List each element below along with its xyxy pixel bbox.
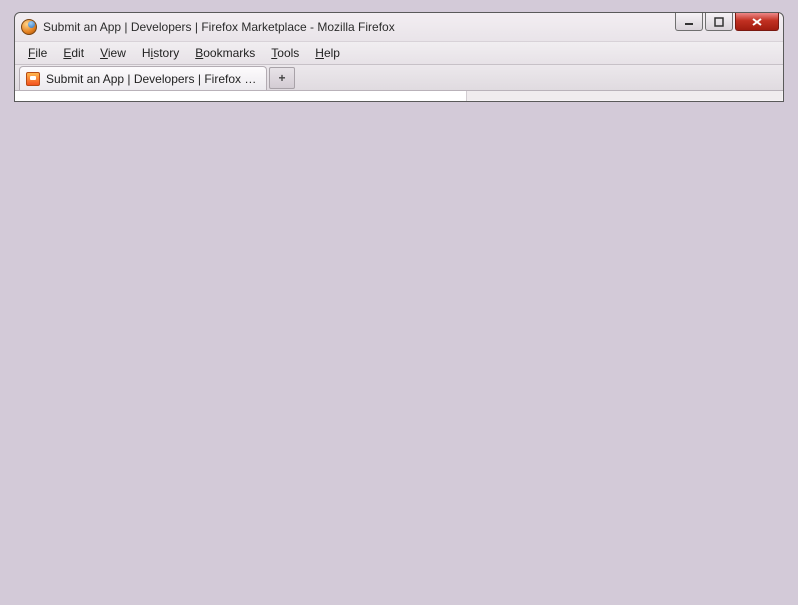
plus-icon: +: [278, 71, 285, 85]
close-button[interactable]: [735, 13, 779, 31]
menu-edit[interactable]: Edit: [56, 44, 91, 62]
minimize-button[interactable]: [675, 13, 703, 31]
firefox-app-icon: [21, 19, 37, 35]
content-area: [15, 91, 467, 101]
marketplace-favicon-icon: [26, 72, 40, 86]
window-controls: [675, 13, 779, 31]
maximize-icon: [714, 17, 724, 27]
menu-tools[interactable]: Tools: [264, 44, 306, 62]
tab-active[interactable]: Submit an App | Developers | Firefox Mar…: [19, 66, 267, 90]
browser-window: Submit an App | Developers | Firefox Mar…: [14, 12, 784, 102]
menu-bookmarks[interactable]: Bookmarks: [188, 44, 262, 62]
close-icon: [751, 17, 763, 27]
menu-file[interactable]: File: [21, 44, 54, 62]
menu-view[interactable]: View: [93, 44, 133, 62]
tab-label: Submit an App | Developers | Firefox Mar…: [46, 72, 258, 86]
minimize-icon: [684, 18, 694, 26]
menu-history[interactable]: History: [135, 44, 186, 62]
maximize-button[interactable]: [705, 13, 733, 31]
tabstrip: Submit an App | Developers | Firefox Mar…: [15, 65, 783, 91]
new-tab-button[interactable]: +: [269, 67, 295, 89]
menubar: File Edit View History Bookmarks Tools H…: [15, 41, 783, 65]
menu-help[interactable]: Help: [308, 44, 347, 62]
titlebar[interactable]: Submit an App | Developers | Firefox Mar…: [15, 13, 783, 41]
window-title: Submit an App | Developers | Firefox Mar…: [43, 20, 395, 34]
